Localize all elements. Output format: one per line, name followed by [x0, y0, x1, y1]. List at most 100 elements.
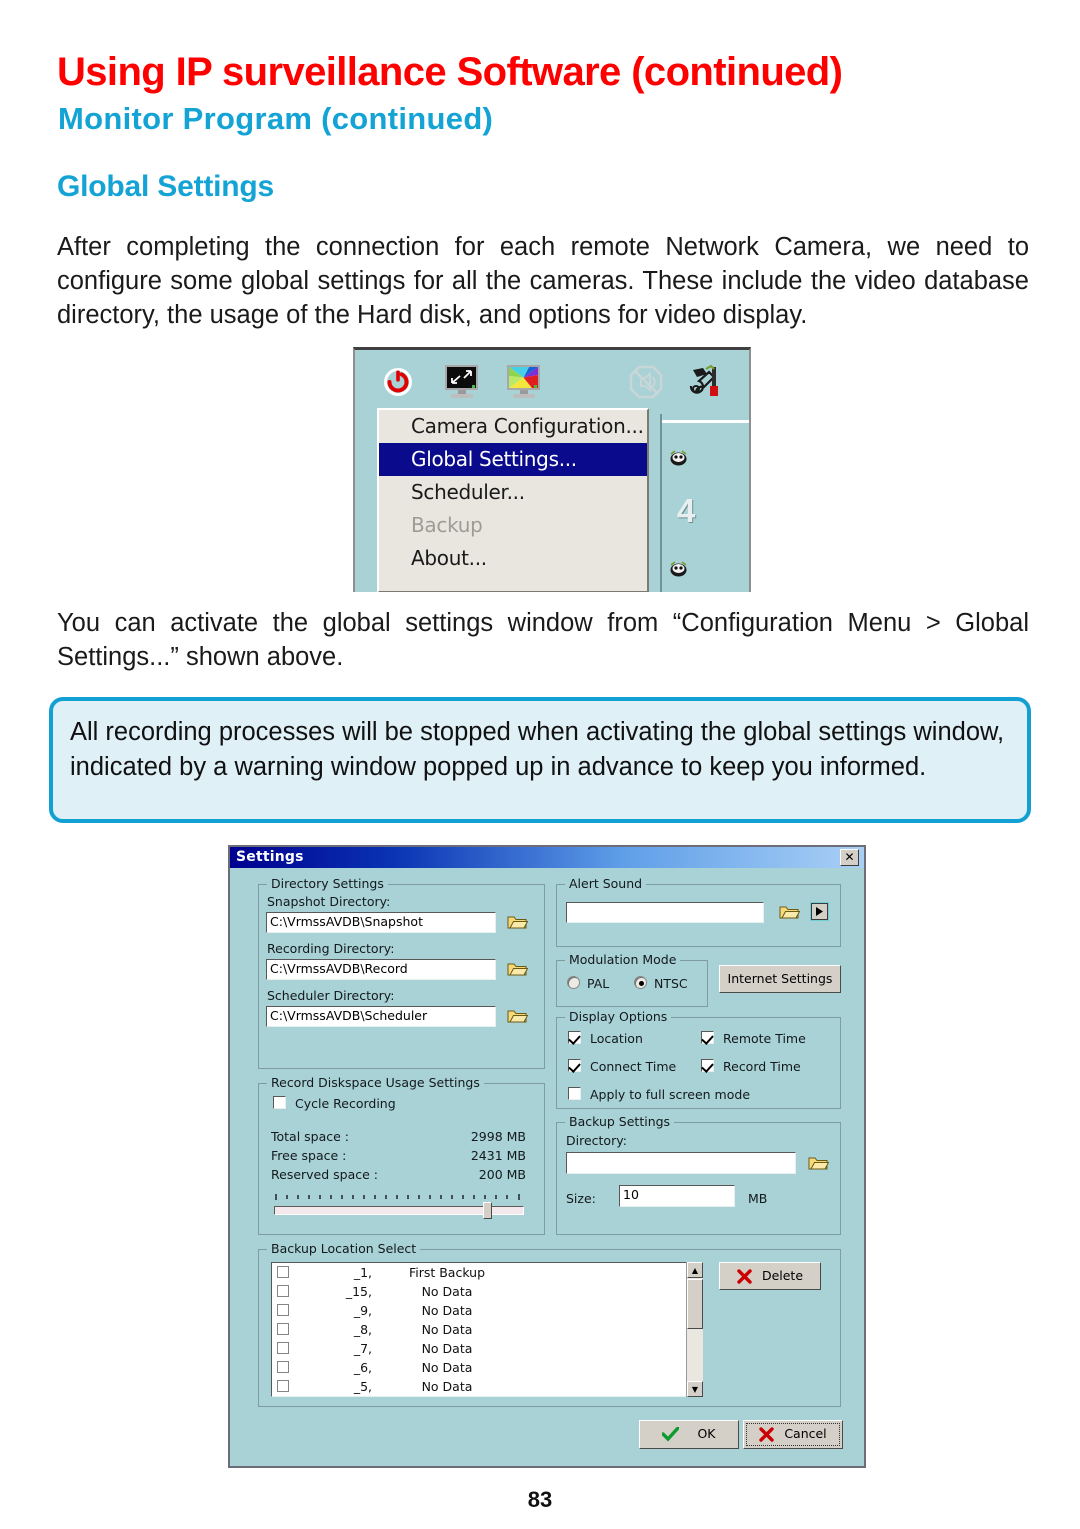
- row-checkbox[interactable]: [277, 1285, 289, 1297]
- backup-size-input[interactable]: 10: [619, 1185, 735, 1207]
- list-item[interactable]: _1, First Backup: [272, 1263, 702, 1282]
- pal-radio[interactable]: [567, 976, 580, 989]
- folder-icon[interactable]: [507, 914, 528, 930]
- monitor-color-icon[interactable]: [505, 364, 545, 400]
- camera-status-icon: [670, 450, 687, 466]
- cancel-button[interactable]: Cancel: [743, 1420, 843, 1449]
- app-background-remnant: 4: [655, 414, 749, 592]
- list-item[interactable]: _7, No Data: [272, 1339, 702, 1358]
- scheduler-directory-input[interactable]: C:\VrmssAVDB\Scheduler: [266, 1006, 496, 1027]
- menu-item-scheduler[interactable]: Scheduler...: [379, 476, 647, 509]
- row-name: No Data: [421, 1322, 473, 1337]
- play-icon[interactable]: [810, 902, 829, 921]
- reserved-space-value: 200 MB: [478, 1167, 526, 1182]
- list-item[interactable]: _6, No Data: [272, 1358, 702, 1377]
- row-checkbox[interactable]: [277, 1361, 289, 1373]
- scroll-down-icon[interactable]: ▼: [687, 1381, 703, 1397]
- backup-size-label: Size:: [566, 1191, 596, 1206]
- configuration-menu-figure: 4 Camera Configuration... Global Setting…: [353, 347, 751, 592]
- row-name: No Data: [421, 1379, 473, 1394]
- ok-button-label: OK: [697, 1426, 716, 1442]
- list-item[interactable]: _9, No Data: [272, 1301, 702, 1320]
- menu-item-global-settings[interactable]: Global Settings...: [379, 443, 647, 476]
- alert-sound-group: Alert Sound: [556, 876, 841, 947]
- configuration-menu[interactable]: Camera Configuration... Global Settings.…: [377, 408, 649, 592]
- backup-location-listbox[interactable]: _1, First Backup _15, No Data _9, No Dat…: [271, 1262, 703, 1397]
- page-title: Using IP surveillance Software (continue…: [57, 50, 843, 94]
- row-checkbox[interactable]: [277, 1266, 289, 1278]
- row-id: _6,: [353, 1360, 372, 1375]
- folder-icon[interactable]: [779, 904, 800, 920]
- ok-button[interactable]: OK: [639, 1420, 739, 1449]
- delete-x-icon: [737, 1268, 752, 1284]
- snapshot-directory-label: Snapshot Directory:: [267, 894, 391, 909]
- menu-item-camera-configuration[interactable]: Camera Configuration...: [379, 410, 647, 443]
- location-checkbox[interactable]: [568, 1031, 581, 1044]
- check-icon: [662, 1427, 680, 1442]
- directory-settings-label: Directory Settings: [267, 876, 388, 891]
- apply-full-screen-checkbox[interactable]: [568, 1087, 581, 1100]
- page-subtitle: Monitor Program (continued): [58, 101, 494, 136]
- alert-sound-input[interactable]: [566, 902, 764, 923]
- row-checkbox[interactable]: [277, 1380, 289, 1392]
- list-item[interactable]: _5, No Data: [272, 1377, 702, 1396]
- record-time-label: Record Time: [723, 1059, 801, 1074]
- monitor-minimize-icon[interactable]: [443, 364, 483, 400]
- row-id: _5,: [353, 1379, 372, 1394]
- no-audio-icon[interactable]: [628, 364, 664, 400]
- display-options-group: Display Options Location Remote Time Con…: [556, 1009, 841, 1109]
- row-checkbox[interactable]: [277, 1323, 289, 1335]
- panel-highlight: [662, 420, 749, 423]
- cancel-button-label: Cancel: [784, 1426, 827, 1442]
- row-checkbox[interactable]: [277, 1342, 289, 1354]
- close-icon[interactable]: ✕: [840, 849, 859, 866]
- delete-button-label: Delete: [761, 1267, 804, 1283]
- backup-directory-input[interactable]: [566, 1152, 796, 1174]
- folder-icon[interactable]: [808, 1155, 829, 1171]
- tools-icon[interactable]: [687, 364, 723, 400]
- ntsc-radio[interactable]: [634, 976, 647, 989]
- cycle-recording-label: Cycle Recording: [295, 1096, 396, 1111]
- list-item[interactable]: _15, No Data: [272, 1282, 702, 1301]
- connect-time-label: Connect Time: [590, 1059, 677, 1074]
- channel-number-label: 4: [677, 492, 696, 529]
- row-id: _7,: [353, 1341, 372, 1356]
- listbox-scrollbar[interactable]: ▲ ▼: [686, 1262, 703, 1397]
- internet-settings-button[interactable]: Internet Settings: [719, 965, 841, 993]
- manual-page: Using IP surveillance Software (continue…: [0, 0, 1080, 1529]
- diskspace-group-label: Record Diskspace Usage Settings: [267, 1075, 484, 1090]
- snapshot-directory-input[interactable]: C:\VrmssAVDB\Snapshot: [266, 912, 496, 933]
- backup-location-group: Backup Location Select _1, First Backup …: [258, 1241, 841, 1407]
- cycle-recording-checkbox[interactable]: [273, 1096, 286, 1109]
- row-id: _8,: [353, 1322, 372, 1337]
- recording-directory-input[interactable]: C:\VrmssAVDB\Record: [266, 959, 496, 980]
- cancel-x-icon: [759, 1427, 775, 1442]
- remote-time-checkbox[interactable]: [701, 1031, 714, 1044]
- menu-item-about[interactable]: About...: [379, 542, 647, 575]
- intro-paragraph: After completing the connection for each…: [57, 233, 1029, 329]
- diskspace-group: Record Diskspace Usage Settings Cycle Re…: [258, 1075, 545, 1235]
- power-icon[interactable]: [381, 364, 415, 398]
- backup-location-label: Backup Location Select: [267, 1241, 421, 1256]
- diskspace-slider-thumb[interactable]: [483, 1202, 492, 1219]
- list-item[interactable]: _8, No Data: [272, 1320, 702, 1339]
- free-space-value: 2431 MB: [470, 1148, 526, 1163]
- row-name: First Backup: [408, 1265, 486, 1280]
- backup-settings-group: Backup Settings Directory: Size: 10 MB: [556, 1114, 841, 1235]
- backup-size-unit: MB: [748, 1191, 768, 1206]
- row-name: No Data: [421, 1284, 473, 1299]
- scroll-up-icon[interactable]: ▲: [687, 1262, 703, 1278]
- pal-label: PAL: [587, 976, 610, 991]
- row-name: No Data: [421, 1360, 473, 1375]
- location-label: Location: [590, 1031, 643, 1046]
- delete-button[interactable]: Delete: [719, 1262, 821, 1290]
- directory-settings-group: Directory Settings Snapshot Directory: C…: [258, 876, 545, 1069]
- alert-sound-label: Alert Sound: [565, 876, 647, 891]
- record-time-checkbox[interactable]: [701, 1059, 714, 1072]
- folder-icon[interactable]: [507, 961, 528, 977]
- apply-full-screen-label: Apply to full screen mode: [590, 1087, 751, 1102]
- connect-time-checkbox[interactable]: [568, 1059, 581, 1072]
- folder-icon[interactable]: [507, 1008, 528, 1024]
- row-checkbox[interactable]: [277, 1304, 289, 1316]
- scrollbar-thumb[interactable]: [687, 1279, 703, 1329]
